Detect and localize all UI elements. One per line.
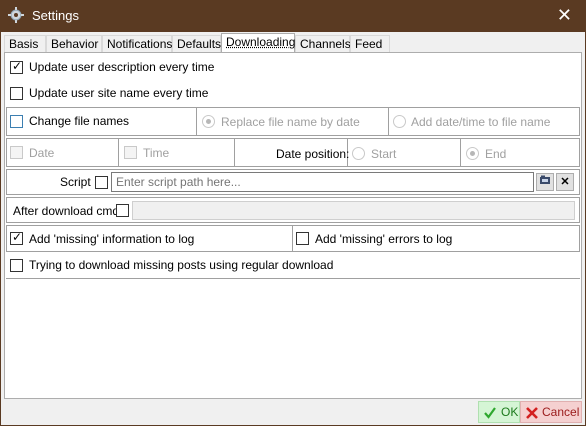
tab-notifications[interactable]: Notifications (102, 35, 172, 52)
folder-icon[interactable] (536, 173, 554, 191)
date-position-label: Date position: (276, 147, 350, 161)
add-missing-errors-label: Add 'missing' errors to log (315, 232, 453, 246)
date-position-end-label: End (485, 147, 507, 161)
tab-defaults[interactable]: Defaults (172, 35, 221, 52)
window-title: Settings (32, 8, 79, 23)
replace-by-date-radio[interactable] (202, 115, 215, 128)
ok-label: OK (501, 405, 519, 419)
tab-basis[interactable]: Basis (4, 35, 46, 52)
cross-icon (526, 407, 538, 419)
checkmark-icon (484, 407, 496, 419)
tab-feed[interactable]: Feed (350, 35, 390, 52)
add-missing-errors-checkbox[interactable] (296, 232, 309, 245)
tab-behavior[interactable]: Behavior (46, 35, 102, 52)
date-position-start-label: Start (371, 147, 397, 161)
downloading-page: ✓ Update user description every time Upd… (4, 52, 582, 399)
gear-icon (8, 7, 24, 23)
title-bar: Settings ✕ (0, 0, 586, 32)
date-label: Date (29, 146, 55, 160)
try-missing-posts-label: Trying to download missing posts using r… (29, 258, 334, 272)
after-download-checkbox[interactable] (116, 204, 129, 217)
date-checkbox[interactable] (10, 146, 23, 159)
script-label: Script (60, 175, 91, 189)
script-path-input[interactable] (111, 172, 534, 192)
tab-downloading[interactable]: Downloading (221, 33, 295, 53)
ok-button[interactable]: OK (478, 401, 520, 423)
close-icon[interactable]: ✕ (556, 173, 574, 191)
try-missing-posts-checkbox[interactable] (10, 259, 23, 272)
cancel-label: Cancel (542, 405, 580, 419)
time-checkbox[interactable] (124, 146, 137, 159)
change-file-names-checkbox[interactable] (10, 115, 23, 128)
update-description-label: Update user description every time (29, 60, 215, 74)
cancel-button[interactable]: Cancel (520, 401, 582, 423)
add-missing-info-checkbox[interactable]: ✓ (10, 231, 23, 245)
close-button[interactable]: ✕ (557, 5, 572, 26)
update-site-name-checkbox[interactable] (10, 87, 23, 100)
after-download-label: After download cmd (13, 204, 120, 218)
tab-channels[interactable]: Channels (295, 35, 351, 52)
update-site-name-label: Update user site name every time (29, 86, 209, 100)
script-checkbox[interactable] (95, 176, 108, 189)
add-missing-info-label: Add 'missing' information to log (29, 232, 195, 246)
date-position-start-radio[interactable] (352, 147, 365, 160)
add-datetime-radio[interactable] (393, 115, 406, 128)
after-download-cmd-input[interactable] (132, 201, 575, 220)
date-position-end-radio[interactable] (466, 147, 479, 160)
replace-by-date-label: Replace file name by date (221, 115, 360, 129)
separator (6, 278, 580, 279)
time-label: Time (143, 146, 170, 160)
change-file-names-label: Change file names (29, 114, 130, 128)
add-datetime-label: Add date/time to file name (411, 115, 551, 129)
update-description-checkbox[interactable]: ✓ (10, 60, 23, 74)
